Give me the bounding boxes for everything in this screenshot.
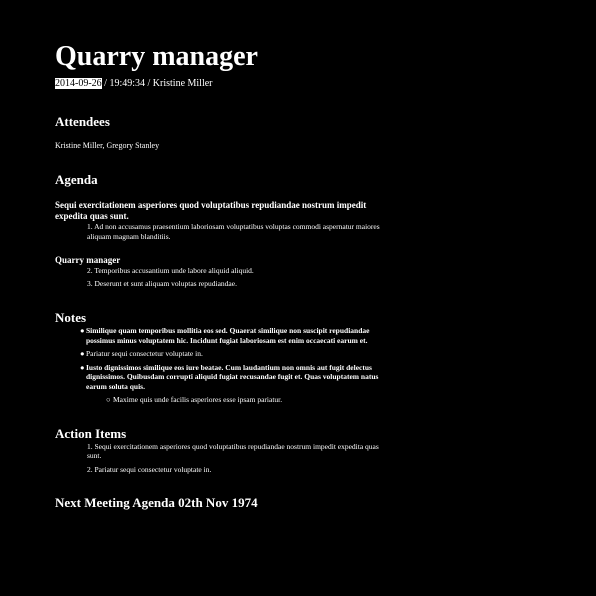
bullet-icon: ●: [80, 362, 85, 372]
item-text: Pariatur sequi consectetur voluptate in.: [94, 464, 212, 474]
attendees-heading: Attendees: [55, 114, 110, 129]
notes-heading: Notes: [55, 310, 87, 325]
notes-section: Notes ● Similique quam temporibus mollit…: [55, 310, 390, 405]
page-title: Quarry manager: [55, 41, 258, 72]
agenda-section: Agenda Sequi exercitationem asperiores q…: [55, 172, 390, 288]
item-number: 2.: [87, 266, 93, 275]
list-item: ● Similique quam temporibus mollitia eos…: [55, 326, 390, 345]
circle-bullet-icon: ○: [106, 395, 111, 404]
item-text: Iusto dignissimos similique eos iure bea…: [86, 362, 379, 391]
meta-time-author: / 19:49:34 / Kristine Miller: [101, 78, 213, 89]
item-number: 1.: [87, 441, 93, 451]
meta-line: 2014-09-26 / 19:49:34 / Kristine Miller: [55, 78, 390, 90]
item-number: 2.: [87, 464, 93, 474]
item-text: Sequi exercitationem asperiores quod vol…: [87, 441, 379, 461]
item-number: 3.: [87, 278, 93, 288]
item-text: Deserunt et sunt aliquam voluptas repudi…: [94, 278, 237, 288]
agenda-intro: Sequi exercitationem asperiores quod vol…: [55, 200, 367, 221]
item-text: Pariatur sequi consectetur voluptate in.: [86, 349, 203, 358]
action-items-heading: Action Items: [55, 425, 127, 441]
sub-list-item: ○ Maxime quis unde facilis asperiores es…: [80, 395, 390, 405]
list-item: 1. Ad non accusamus praesentium laborios…: [55, 222, 390, 241]
agenda-subheading: Quarry manager: [55, 255, 121, 265]
bullet-icon: ●: [80, 326, 85, 335]
list-item: 3. Deserunt et sunt aliquam voluptas rep…: [55, 279, 390, 289]
list-item: 1. Sequi exercitationem asperiores quod …: [55, 442, 390, 461]
agenda-list-1: 1. Ad non accusamus praesentium laborios…: [55, 222, 390, 241]
attendees-section: Attendees Kristine Miller, Gregory Stanl…: [55, 114, 390, 151]
next-meeting-section: Next Meeting Agenda 02th Nov 1974: [55, 495, 390, 511]
item-text: Temporibus accusantium unde labore aliqu…: [94, 266, 254, 275]
list-item: ● Iusto dignissimos similique eos iure b…: [55, 363, 390, 405]
next-meeting-heading: Next Meeting Agenda 02th Nov 1974: [55, 495, 258, 510]
list-item: 2. Temporibus accusantium unde labore al…: [55, 266, 390, 276]
action-items-section: Action Items 1. Sequi exercitationem asp…: [55, 426, 390, 475]
agenda-heading: Agenda: [55, 172, 98, 187]
list-item: 2. Pariatur sequi consectetur voluptate …: [55, 465, 390, 475]
attendees-names: Kristine Miller, Gregory Stanley: [55, 141, 160, 150]
item-text: Ad non accusamus praesentium laboriosam …: [87, 222, 380, 241]
action-items-list: 1. Sequi exercitationem asperiores quod …: [55, 442, 390, 475]
item-number: 1.: [87, 222, 93, 231]
meta-date: 2014-09-26: [55, 78, 102, 89]
document-content: Quarry manager 2014-09-26 / 19:49:34 / K…: [55, 0, 390, 511]
item-text: Maxime quis unde facilis asperiores esse…: [113, 395, 283, 404]
agenda-list-2: 2. Temporibus accusantium unde labore al…: [55, 266, 390, 288]
document-page: Quarry manager 2014-09-26 / 19:49:34 / K…: [0, 0, 596, 596]
item-text: Similique quam temporibus mollitia eos s…: [86, 326, 370, 345]
notes-list: ● Similique quam temporibus mollitia eos…: [55, 326, 390, 405]
list-item: ● Pariatur sequi consectetur voluptate i…: [55, 349, 390, 359]
bullet-icon: ●: [80, 349, 85, 358]
